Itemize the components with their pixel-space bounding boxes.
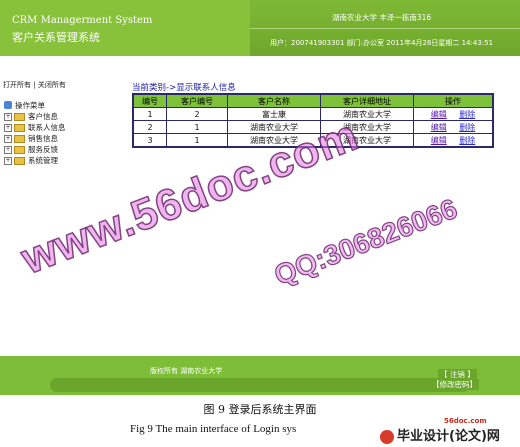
brand-logo-icon bbox=[380, 429, 394, 444]
sidebar-item-label: 客户信息 bbox=[28, 112, 58, 121]
collapse-all-link[interactable]: 关闭所有 bbox=[38, 81, 66, 89]
cell-actions: 编辑 删除 bbox=[413, 133, 494, 148]
edit-link[interactable]: 编辑 bbox=[431, 136, 447, 145]
cell-actions: 编辑 删除 bbox=[413, 120, 494, 134]
screenshot: CRM Managerment System 客户关系管理系统 湖南农业大学 丰… bbox=[0, 0, 520, 395]
site-brand-label: 毕业设计(论文)网 bbox=[397, 429, 500, 444]
folder-icon bbox=[14, 123, 25, 132]
sidebar-item-contact[interactable]: + 联系人信息 bbox=[4, 122, 66, 133]
cell-actions: 编辑 删除 bbox=[413, 107, 494, 121]
sidebar-item-label: 服务反馈 bbox=[28, 145, 58, 154]
folder-icon bbox=[14, 156, 25, 165]
edit-link[interactable]: 编辑 bbox=[431, 123, 447, 132]
cell-customer-id: 1 bbox=[166, 133, 228, 148]
system-title-cn: 客户关系管理系统 bbox=[12, 31, 100, 44]
expand-plus-icon[interactable]: + bbox=[4, 134, 12, 143]
footer-bar bbox=[50, 378, 470, 392]
menu-tree: 操作菜单 + 客户信息 + 联系人信息 + 销售信息 + 服务反馈 + 系统管理 bbox=[4, 100, 66, 166]
expand-plus-icon[interactable]: + bbox=[4, 112, 12, 121]
sidebar-item-feedback[interactable]: + 服务反馈 bbox=[4, 144, 66, 155]
system-title-en: CRM Managerment System bbox=[12, 15, 153, 26]
header-left bbox=[0, 0, 250, 56]
cell-customer-id: 1 bbox=[166, 120, 228, 134]
delete-link[interactable]: 删除 bbox=[459, 123, 475, 132]
column-header: 编号 bbox=[132, 93, 167, 108]
table-row: 1 2 富士康 湖南农业大学 编辑 删除 bbox=[132, 107, 494, 121]
folder-icon bbox=[14, 145, 25, 154]
cell-id: 1 bbox=[132, 107, 167, 121]
menu-root-label: 操作菜单 bbox=[15, 100, 45, 110]
figure-caption-en: Fig 9 The main interface of Login sys bbox=[130, 423, 297, 435]
expand-plus-icon[interactable]: + bbox=[4, 156, 12, 165]
tree-controls: 打开所有 | 关闭所有 bbox=[3, 80, 66, 90]
cell-name: 富士康 bbox=[227, 107, 321, 121]
user-info: 用户：200741903301 部门:办公室 2011年4月26日星期二 14:… bbox=[270, 39, 494, 47]
column-header: 操作 bbox=[413, 93, 494, 108]
footer: 版权所有 湖南农业大学 【 注销 】 【修改密码】 bbox=[0, 356, 520, 395]
site-small-label: 56doc.com bbox=[444, 417, 487, 425]
cell-id: 2 bbox=[132, 120, 167, 134]
site-brand: 毕业设计(论文)网 bbox=[380, 425, 500, 444]
folder-icon bbox=[14, 134, 25, 143]
column-header: 客户名称 bbox=[227, 93, 321, 108]
column-header: 客户详细地址 bbox=[320, 93, 414, 108]
sidebar-item-customer[interactable]: + 客户信息 bbox=[4, 111, 66, 122]
expand-plus-icon[interactable]: + bbox=[4, 145, 12, 154]
breadcrumb: 当前类别->显示联系人信息 bbox=[132, 83, 236, 93]
delete-link[interactable]: 删除 bbox=[459, 110, 475, 119]
sidebar-item-label: 联系人信息 bbox=[28, 123, 66, 132]
folder-icon bbox=[14, 112, 25, 121]
sidebar-item-label: 系统管理 bbox=[28, 156, 58, 165]
menu-root-icon bbox=[4, 101, 12, 109]
table-header-row: 编号 客户编号 客户名称 客户详细地址 操作 bbox=[132, 93, 494, 108]
copyright: 版权所有 湖南农业大学 bbox=[150, 367, 223, 375]
column-header: 客户编号 bbox=[166, 93, 228, 108]
sidebar-item-label: 销售信息 bbox=[28, 134, 58, 143]
cell-customer-id: 2 bbox=[166, 107, 228, 121]
sidebar-item-sales[interactable]: + 销售信息 bbox=[4, 133, 66, 144]
expand-plus-icon[interactable]: + bbox=[4, 123, 12, 132]
expand-all-link[interactable]: 打开所有 bbox=[3, 81, 31, 89]
edit-link[interactable]: 编辑 bbox=[431, 110, 447, 119]
delete-link[interactable]: 删除 bbox=[459, 136, 475, 145]
separator: | bbox=[33, 81, 36, 89]
university-label: 湖南农业大学 丰泽一栋南316 bbox=[332, 13, 432, 22]
sidebar-item-system[interactable]: + 系统管理 bbox=[4, 155, 66, 166]
header: CRM Managerment System 客户关系管理系统 湖南农业大学 丰… bbox=[0, 0, 520, 56]
change-password-link[interactable]: 【修改密码】 bbox=[430, 379, 479, 390]
figure-caption-cn: 图 9 登录后系统主界面 bbox=[203, 403, 317, 416]
menu-root[interactable]: 操作菜单 bbox=[4, 100, 66, 110]
cell-id: 3 bbox=[132, 133, 167, 148]
